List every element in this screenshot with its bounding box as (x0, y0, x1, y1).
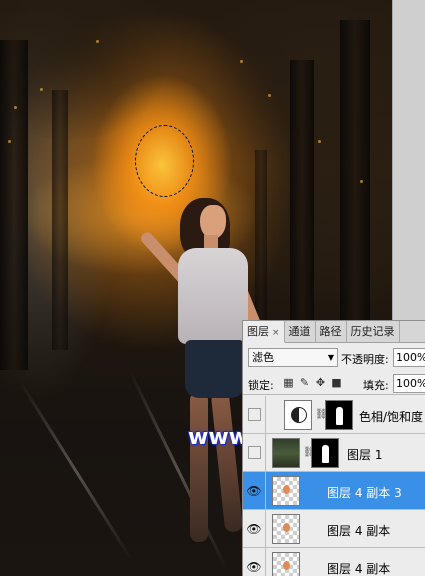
lock-label: 锁定: (248, 379, 274, 392)
layer-thumbnail (272, 476, 300, 506)
leaf (360, 180, 363, 183)
tab-label: 历史记录 (350, 325, 395, 338)
layer-row[interactable]: 👁 图层 4 副本 (243, 548, 425, 576)
blend-mode-select[interactable]: 滤色 ▼ (248, 348, 338, 367)
layer-thumbnail (272, 552, 300, 576)
tab-channels[interactable]: 通道 (285, 321, 316, 343)
leaf (318, 140, 321, 143)
divider (265, 396, 266, 434)
tab-history[interactable]: 历史记录 (347, 321, 400, 343)
woman-right-leg (210, 391, 244, 533)
rail-track (18, 380, 133, 561)
layer-row[interactable]: 👁 图层 4 副本 (243, 510, 425, 548)
lock-all-icon[interactable]: ■ (331, 377, 342, 388)
leaf (96, 40, 99, 43)
tab-label: 图层 (247, 325, 269, 338)
layer-thumbnail (272, 514, 300, 544)
layer-name: 图层 4 副本 (327, 524, 391, 538)
layer-name: 图层 4 副本 (327, 562, 391, 576)
thumbnail-content (283, 561, 290, 570)
eye-icon[interactable]: 👁 (246, 559, 262, 575)
leaf (268, 94, 271, 97)
lock-row: 锁定: ▦ ✎ ✥ ■ 填充: 100% (243, 371, 425, 395)
mask-figure (322, 445, 329, 463)
blend-mode-value: 滤色 (252, 351, 274, 364)
opacity-field[interactable]: 100% (393, 348, 425, 367)
fill-label: 填充: (363, 379, 389, 392)
layer-name: 色相/饱和度 (359, 410, 424, 424)
dropdown-arrow-icon: ▼ (327, 353, 334, 362)
tree-trunk (52, 90, 68, 350)
layer-row-selected[interactable]: 👁 图层 4 副本 3 (243, 472, 425, 510)
woman-left-leg (190, 392, 208, 542)
divider (265, 548, 266, 576)
woman-shorts (185, 340, 245, 398)
tree-trunk (0, 40, 28, 370)
blend-row: 滤色 ▼ 不透明度: 100% (243, 345, 425, 369)
eye-icon[interactable]: 👁 (246, 483, 262, 499)
eye-icon[interactable]: 👁 (246, 521, 262, 537)
opacity-label: 不透明度: (341, 353, 389, 366)
tree-trunk (255, 150, 267, 340)
visibility-toggle[interactable] (248, 408, 261, 421)
lock-paint-icon[interactable]: ✎ (299, 377, 310, 388)
lock-transparent-icon[interactable]: ▦ (283, 377, 294, 388)
leaf (40, 88, 43, 91)
visibility-toggle[interactable] (248, 446, 261, 459)
layer-name: 图层 1 (347, 448, 383, 462)
tab-label: 路径 (319, 325, 342, 338)
leaf (14, 106, 17, 109)
layers-panel: 图层 × 通道 路径 历史记录 滤色 ▼ 不透明度: 100% 锁定: ▦ ✎ ✥… (242, 320, 425, 576)
tab-paths[interactable]: 路径 (316, 321, 347, 343)
panel-tabs: 图层 × 通道 路径 历史记录 (243, 321, 425, 343)
leaf (240, 60, 243, 63)
mask-figure (336, 407, 343, 425)
divider (265, 510, 266, 548)
tab-layers[interactable]: 图层 × (243, 321, 285, 343)
workspace-background (392, 0, 425, 320)
layer-list: ⛓ 色相/饱和度 ⛓ 图层 1 👁 图层 4 副本 3 👁 图层 4 副本 👁 … (243, 396, 425, 576)
layer-row[interactable]: ⛓ 色相/饱和度 (243, 396, 425, 434)
layer-thumbnail (272, 438, 300, 468)
layer-name: 图层 4 副本 3 (327, 486, 402, 500)
fill-field[interactable]: 100% (393, 374, 425, 393)
layer-mask-thumbnail[interactable] (325, 400, 353, 430)
lock-move-icon[interactable]: ✥ (315, 377, 326, 388)
woman-blouse (178, 248, 248, 344)
woman-face (200, 205, 226, 239)
tab-label: 通道 (288, 325, 311, 338)
hue-saturation-icon (291, 407, 307, 423)
layer-mask-thumbnail[interactable] (311, 438, 339, 468)
layer-row[interactable]: ⛓ 图层 1 (243, 434, 425, 472)
divider (265, 472, 266, 510)
thumbnail-content (283, 523, 290, 532)
thumbnail-content (283, 485, 290, 494)
adjustment-thumbnail (284, 400, 312, 430)
close-icon[interactable]: × (272, 328, 280, 338)
elliptical-selection[interactable] (135, 125, 194, 197)
divider (265, 434, 266, 472)
leaf (8, 140, 11, 143)
